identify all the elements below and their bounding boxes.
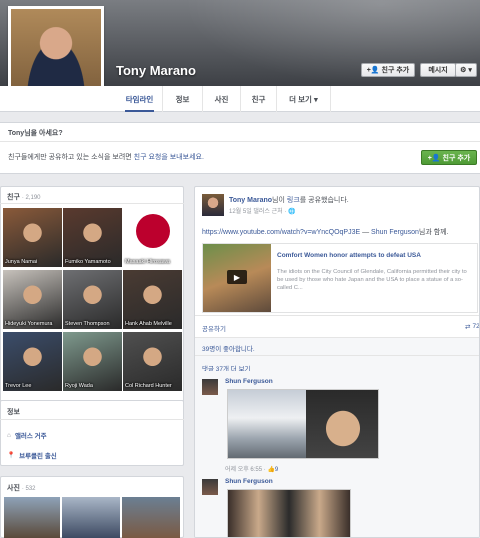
info-from: 📍 브루클린 출신 [7, 452, 57, 460]
friend-tile[interactable]: Masaaki Hirosawa [123, 208, 182, 267]
friend-name[interactable]: Hank Ahab Melville [125, 321, 172, 327]
timeline-post: Tony Marano님이 링크를 공유했습니다. 12월 5일 댈러스 근처 … [194, 186, 480, 538]
photos-count: · 532 [21, 486, 36, 492]
like-icon[interactable]: 👍 [267, 467, 274, 473]
photo-thumb[interactable] [122, 497, 180, 538]
friend-tile[interactable]: Hank Ahab Melville [123, 270, 182, 329]
message-button[interactable]: 메시지 [420, 63, 456, 77]
preview-title[interactable]: Comfort Women honor attempts to defeat U… [277, 252, 473, 259]
add-friend-icon: +👤 [427, 154, 441, 162]
globe-icon: 🌐 [287, 209, 296, 215]
comment-author[interactable]: Shun Ferguson [225, 378, 273, 385]
photo-thumb[interactable] [4, 497, 60, 538]
friend-name[interactable]: Masaaki Hirosawa [125, 259, 170, 265]
post-link-link[interactable]: 링크 [287, 197, 300, 204]
japan-flag-icon [136, 214, 170, 248]
post-header: Tony Marano님이 링크를 공유했습니다. [229, 197, 349, 204]
do-you-know-box: Tony님을 아세요? 친구들에게만 공유하고 있는 소식을 보려면 친구 요청… [0, 122, 480, 174]
friend-tile[interactable]: Trevor Lee [3, 332, 62, 391]
tab-more[interactable]: 더 보기 ▾ [277, 86, 331, 112]
gear-caret-icon: ▾ [468, 67, 472, 74]
friend-name[interactable]: Col Richard Hunter [125, 383, 172, 389]
tab-about[interactable]: 정보 [163, 86, 203, 112]
comment-image[interactable] [227, 389, 379, 459]
post-author-link[interactable]: Tony Marano [229, 197, 272, 204]
add-friend-icon: +👤 [366, 67, 380, 74]
home-icon: ⌂ [7, 431, 11, 439]
post-author-avatar[interactable] [202, 194, 224, 216]
info-card-title[interactable]: 정보 [7, 407, 20, 417]
friend-name[interactable]: Ryoji Wada [65, 383, 93, 389]
video-thumbnail[interactable]: ▶ [203, 244, 271, 312]
friend-name[interactable]: Steven Thompson [65, 321, 110, 327]
share-count[interactable]: ⇄ 72 [465, 323, 479, 331]
photos-card-title[interactable]: 사진 · 532 [7, 483, 36, 493]
friend-name[interactable]: Trevor Lee [5, 383, 31, 389]
friend-tile[interactable]: Ryoji Wada [63, 332, 122, 391]
comment-meta: 어제 오후 6:55 · 👍9 [225, 467, 279, 473]
friend-name[interactable]: Fumiko Yamamoto [65, 259, 111, 265]
gear-menu-button[interactable]: ⚙ ▾ [455, 63, 477, 77]
friend-name[interactable]: Junya Namai [5, 259, 37, 265]
youtube-link[interactable]: https://www.youtube.com/watch?v=wYncQOqP… [202, 229, 360, 236]
friend-tile[interactable]: Junya Namai [3, 208, 62, 267]
preview-description: The idiots on the City Council of Glenda… [277, 269, 467, 291]
do-you-know-title: Tony님을 아세요? [8, 130, 63, 137]
link-preview[interactable]: ▶ Comfort Women honor attempts to defeat… [202, 243, 478, 313]
friend-tile[interactable]: Col Richard Hunter [123, 332, 182, 391]
tab-friends[interactable]: 친구 [241, 86, 277, 112]
post-text: https://www.youtube.com/watch?v=wYncQOqP… [202, 229, 449, 236]
friend-tile[interactable]: Fumiko Yamamoto [63, 208, 122, 267]
photo-thumb[interactable] [62, 497, 120, 538]
friends-count: · 2,190 [21, 195, 41, 201]
comment-like-count[interactable]: 9 [275, 467, 278, 473]
share-icon: ⇄ [465, 324, 471, 331]
post-timestamp[interactable]: 12월 5일 댈러스 근처 · 🌐 [229, 206, 295, 215]
gear-icon: ⚙ [460, 67, 467, 74]
tab-timeline[interactable]: 타임라인 [117, 86, 163, 112]
friend-name[interactable]: Hideyuki Yonemura [5, 321, 52, 327]
add-friend-button[interactable]: +👤 친구 추가 [361, 63, 415, 77]
comment-image[interactable] [227, 489, 351, 537]
know-add-friend-button[interactable]: +👤 친구 추가 [421, 150, 477, 165]
commenter-avatar[interactable] [202, 379, 218, 395]
comment-author[interactable]: Shun Ferguson [225, 478, 273, 485]
friend-tile[interactable]: Steven Thompson [63, 270, 122, 329]
message-label: 메시지 [428, 67, 448, 74]
do-you-know-text: 친구들에게만 공유하고 있는 소식을 보려면 친구 요청을 보내보세요. [8, 154, 204, 161]
friends-card-title[interactable]: 친구 · 2,190 [7, 192, 41, 202]
friend-tile[interactable]: Hideyuki Yonemura [3, 270, 62, 329]
info-lives-in: ⌂ 앨러스 거주 [7, 431, 47, 441]
friend-request-link[interactable]: 친구 요청을 보내보세요. [134, 154, 204, 161]
location-pin-icon: 📍 [7, 452, 16, 459]
profile-name[interactable]: Tony Marano [116, 63, 196, 78]
tab-photos[interactable]: 사진 [203, 86, 241, 112]
play-icon: ▶ [227, 270, 247, 284]
likes-summary[interactable]: 39명이 좋아합니다. [202, 343, 255, 353]
share-action[interactable]: 공유하기 [202, 323, 226, 333]
add-friend-label: 친구 추가 [381, 67, 410, 74]
commenter-avatar[interactable] [202, 479, 218, 495]
tagged-friend-link[interactable]: Shun Ferguson [371, 229, 419, 236]
